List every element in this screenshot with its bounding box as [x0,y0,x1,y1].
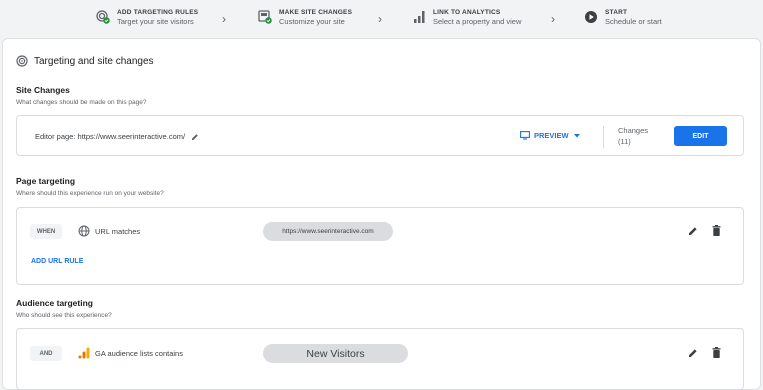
rule-label: GA audience lists contains [95,349,183,358]
site-changes-box: Editor page: https://www.seerinteractive… [16,115,744,156]
trash-icon[interactable] [712,347,721,358]
pencil-icon[interactable] [688,226,698,236]
step-subtitle: Customize your site [279,17,345,26]
and-label: AND [30,346,62,361]
page-targeting-subtitle: Where should this experience run on your… [16,190,164,197]
target-icon [16,55,28,67]
edit-button[interactable]: EDIT [674,126,727,146]
step-link-to-analytics[interactable]: LINK TO ANALYTICS Select a property and … [412,8,521,27]
stepper: ADD TARGETING RULES Target your site vis… [0,0,763,38]
site-changes-title: Site Changes [16,85,70,95]
pencil-icon[interactable] [191,133,199,141]
step-title: START [605,9,628,16]
page-targeting-title: Page targeting [16,176,76,186]
caret-down-icon [573,133,580,137]
step-subtitle: Target your site visitors [117,17,194,26]
step-subtitle: Select a property and view [433,17,522,26]
target-check-icon [96,10,110,24]
step-title: MAKE SITE CHANGES [279,9,353,16]
audience-targeting-box: AND GA audience lists contains New Visit… [16,328,744,390]
page-targeting-box: WHEN URL matches https://www.seerinterac… [16,207,744,285]
page-check-icon [258,10,272,24]
globe-icon [78,225,90,237]
step-add-targeting-rules[interactable]: ADD TARGETING RULES Target your site vis… [96,8,198,27]
step-subtitle: Schedule or start [605,17,662,26]
add-url-rule-link[interactable]: ADD URL RULE [31,258,83,265]
changes-label: Changes [618,126,649,135]
rule-label: URL matches [95,227,141,236]
step-title: ADD TARGETING RULES [117,9,199,16]
step-start[interactable]: START Schedule or start [584,8,662,27]
audience-targeting-title: Audience targeting [16,298,93,308]
url-value-chip[interactable]: https://www.seerinteractive.com [263,222,393,241]
when-label: WHEN [30,224,62,239]
editor-page: Editor page: https://www.seerinteractive… [35,132,199,141]
page-title: Targeting and site changes [34,55,154,67]
editor-page-url: Editor page: https://www.seerinteractive… [35,132,186,141]
preview-label: PREVIEW [534,131,569,140]
section-header: Targeting and site changes [16,55,154,67]
divider [603,126,604,148]
chevron-right-icon: › [378,12,382,26]
pencil-icon[interactable] [688,348,698,358]
play-circle-icon [584,10,598,24]
audience-targeting-subtitle: Who should see this experience? [16,312,112,319]
desktop-icon [520,131,530,140]
changes-count: Changes (11) [618,125,648,147]
step-make-site-changes[interactable]: MAKE SITE CHANGES Customize your site [258,8,352,27]
site-changes-subtitle: What changes should be made on this page… [16,99,147,106]
chevron-right-icon: › [551,12,555,26]
analytics-bars-icon [412,10,426,24]
changes-number: (11) [618,137,631,146]
step-title: LINK TO ANALYTICS [433,9,501,16]
google-analytics-icon [78,347,90,359]
preview-button[interactable]: PREVIEW [520,131,581,140]
chevron-right-icon: › [222,12,226,26]
audience-value-chip[interactable]: New Visitors [263,344,408,363]
trash-icon[interactable] [712,225,721,236]
